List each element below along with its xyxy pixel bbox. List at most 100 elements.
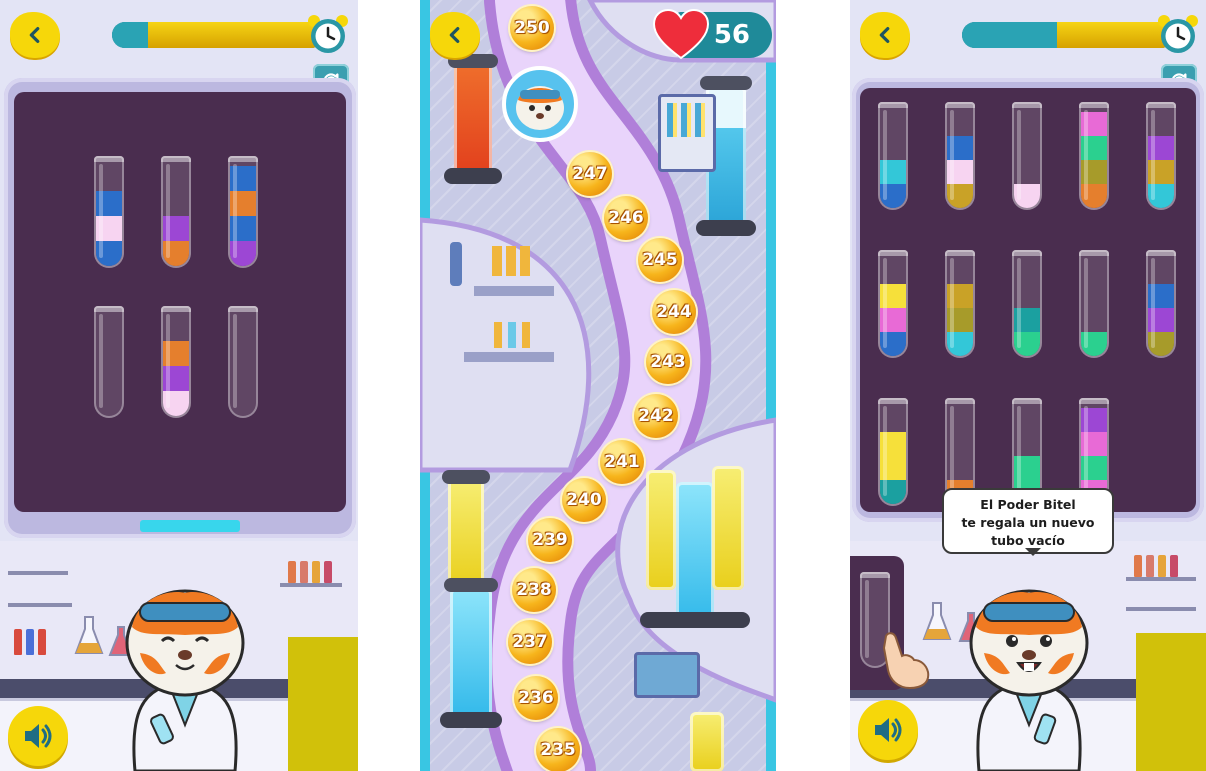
cylinder-base <box>444 168 502 184</box>
level-node-243[interactable]: 243 <box>646 340 690 384</box>
shelf <box>1126 577 1196 581</box>
game-screen-right: El Poder Bitel te regala un nuevo tubo v… <box>850 0 1206 771</box>
test-tube[interactable] <box>878 250 908 358</box>
cylinder-base <box>440 712 502 728</box>
level-node-237[interactable]: 237 <box>508 620 552 664</box>
cylinder-cap <box>442 470 490 484</box>
alarm-clock-icon <box>308 15 348 53</box>
cylinder-base <box>696 220 756 236</box>
level-node-239[interactable]: 239 <box>528 518 572 562</box>
chevron-left-icon <box>29 26 40 44</box>
level-node-247[interactable]: 247 <box>568 152 612 196</box>
yellow-cylinder <box>646 470 676 590</box>
orange-cylinder <box>454 62 492 174</box>
lab-bench <box>450 242 554 362</box>
yellow-cylinder <box>712 466 744 590</box>
timer-elapsed <box>962 22 1058 48</box>
yellow-cabinet <box>288 637 358 771</box>
chevron-left-icon <box>449 26 460 44</box>
speech-line-1: El Poder Bitel <box>980 497 1076 512</box>
test-tube[interactable] <box>161 306 191 418</box>
flask <box>74 616 104 654</box>
back-button[interactable] <box>430 12 480 58</box>
timer-bar <box>112 22 324 48</box>
bottle <box>1146 555 1154 577</box>
test-tube[interactable] <box>945 250 975 358</box>
speaker-icon <box>25 724 52 748</box>
level-node-240[interactable]: 240 <box>562 478 606 522</box>
blue-cylinder <box>450 588 492 718</box>
test-tube[interactable] <box>1146 250 1176 358</box>
alarm-clock-icon <box>1158 15 1198 53</box>
yellow-cabinet <box>1136 633 1206 771</box>
back-button[interactable] <box>860 12 910 58</box>
level-node-236[interactable]: 236 <box>514 676 558 720</box>
test-tube[interactable] <box>161 156 191 268</box>
speaker-icon <box>875 718 902 742</box>
bottle <box>1158 555 1166 577</box>
test-tube[interactable] <box>878 102 908 210</box>
test-tube[interactable] <box>1012 102 1042 210</box>
test-tube[interactable] <box>1079 102 1109 210</box>
level-node-244[interactable]: 244 <box>652 290 696 334</box>
shelf <box>1126 607 1196 611</box>
level-node-242[interactable]: 242 <box>634 394 678 438</box>
level-node-245[interactable]: 245 <box>638 238 682 282</box>
level-node-238[interactable]: 238 <box>512 568 556 612</box>
test-tube[interactable] <box>228 306 258 418</box>
cylinder-cap <box>700 76 752 90</box>
bottle <box>324 561 332 583</box>
timer-elapsed <box>112 22 149 48</box>
speech-line-3: tubo vacío <box>991 533 1065 548</box>
bottle <box>1170 555 1178 577</box>
speech-bubble: El Poder Bitel te regala un nuevo tubo v… <box>942 488 1114 556</box>
bottle <box>300 561 308 583</box>
cylinder-cap <box>444 578 498 592</box>
level-node-241[interactable]: 241 <box>600 440 644 484</box>
test-tube[interactable] <box>1012 250 1042 358</box>
cylinder-base <box>640 612 750 628</box>
timer-bar <box>962 22 1174 48</box>
pointing-hand-icon <box>882 632 930 690</box>
bottle <box>312 561 320 583</box>
back-button[interactable] <box>10 12 60 58</box>
test-tube[interactable] <box>1079 250 1109 358</box>
test-tube[interactable] <box>878 398 908 506</box>
level-node-235[interactable]: 235 <box>536 728 580 771</box>
bottle <box>288 561 296 583</box>
lab-monitor <box>634 652 700 698</box>
shelf <box>8 571 68 575</box>
shelf <box>280 583 342 587</box>
tube-board <box>860 88 1196 512</box>
level-node-246[interactable]: 246 <box>604 196 648 240</box>
timer-remaining <box>148 22 324 48</box>
test-tube <box>38 629 46 655</box>
level-node-250[interactable]: 250 <box>510 6 554 50</box>
test-tube <box>26 629 34 655</box>
test-tube[interactable] <box>1146 102 1176 210</box>
sound-button[interactable] <box>858 700 918 760</box>
sound-button[interactable] <box>8 706 68 766</box>
level-map-screen: 56 250 247 246 245 244 243 242 241 240 239 238 237 2… <box>420 0 776 771</box>
bottle <box>1134 555 1142 577</box>
lab-machine <box>658 94 716 172</box>
chevron-left-icon <box>879 26 890 44</box>
lives-count: 56 <box>713 20 750 50</box>
tube-board <box>14 92 346 512</box>
yellow-cylinder <box>690 712 724 771</box>
hamster-mascot <box>125 589 245 771</box>
test-tube[interactable] <box>228 156 258 268</box>
heart-icon <box>652 8 710 60</box>
test-tube <box>14 629 22 655</box>
shelf <box>8 603 72 607</box>
test-tube[interactable] <box>94 156 124 268</box>
game-screen-left <box>0 0 358 771</box>
test-tube[interactable] <box>945 102 975 210</box>
blue-cylinder <box>676 482 714 622</box>
yellow-cylinder <box>448 478 484 588</box>
current-level-avatar[interactable] <box>500 64 580 144</box>
hamster-mascot <box>969 589 1089 771</box>
board-glow-bar <box>140 520 240 532</box>
test-tube[interactable] <box>94 306 124 418</box>
speech-line-2: te regala un nuevo <box>961 515 1095 530</box>
